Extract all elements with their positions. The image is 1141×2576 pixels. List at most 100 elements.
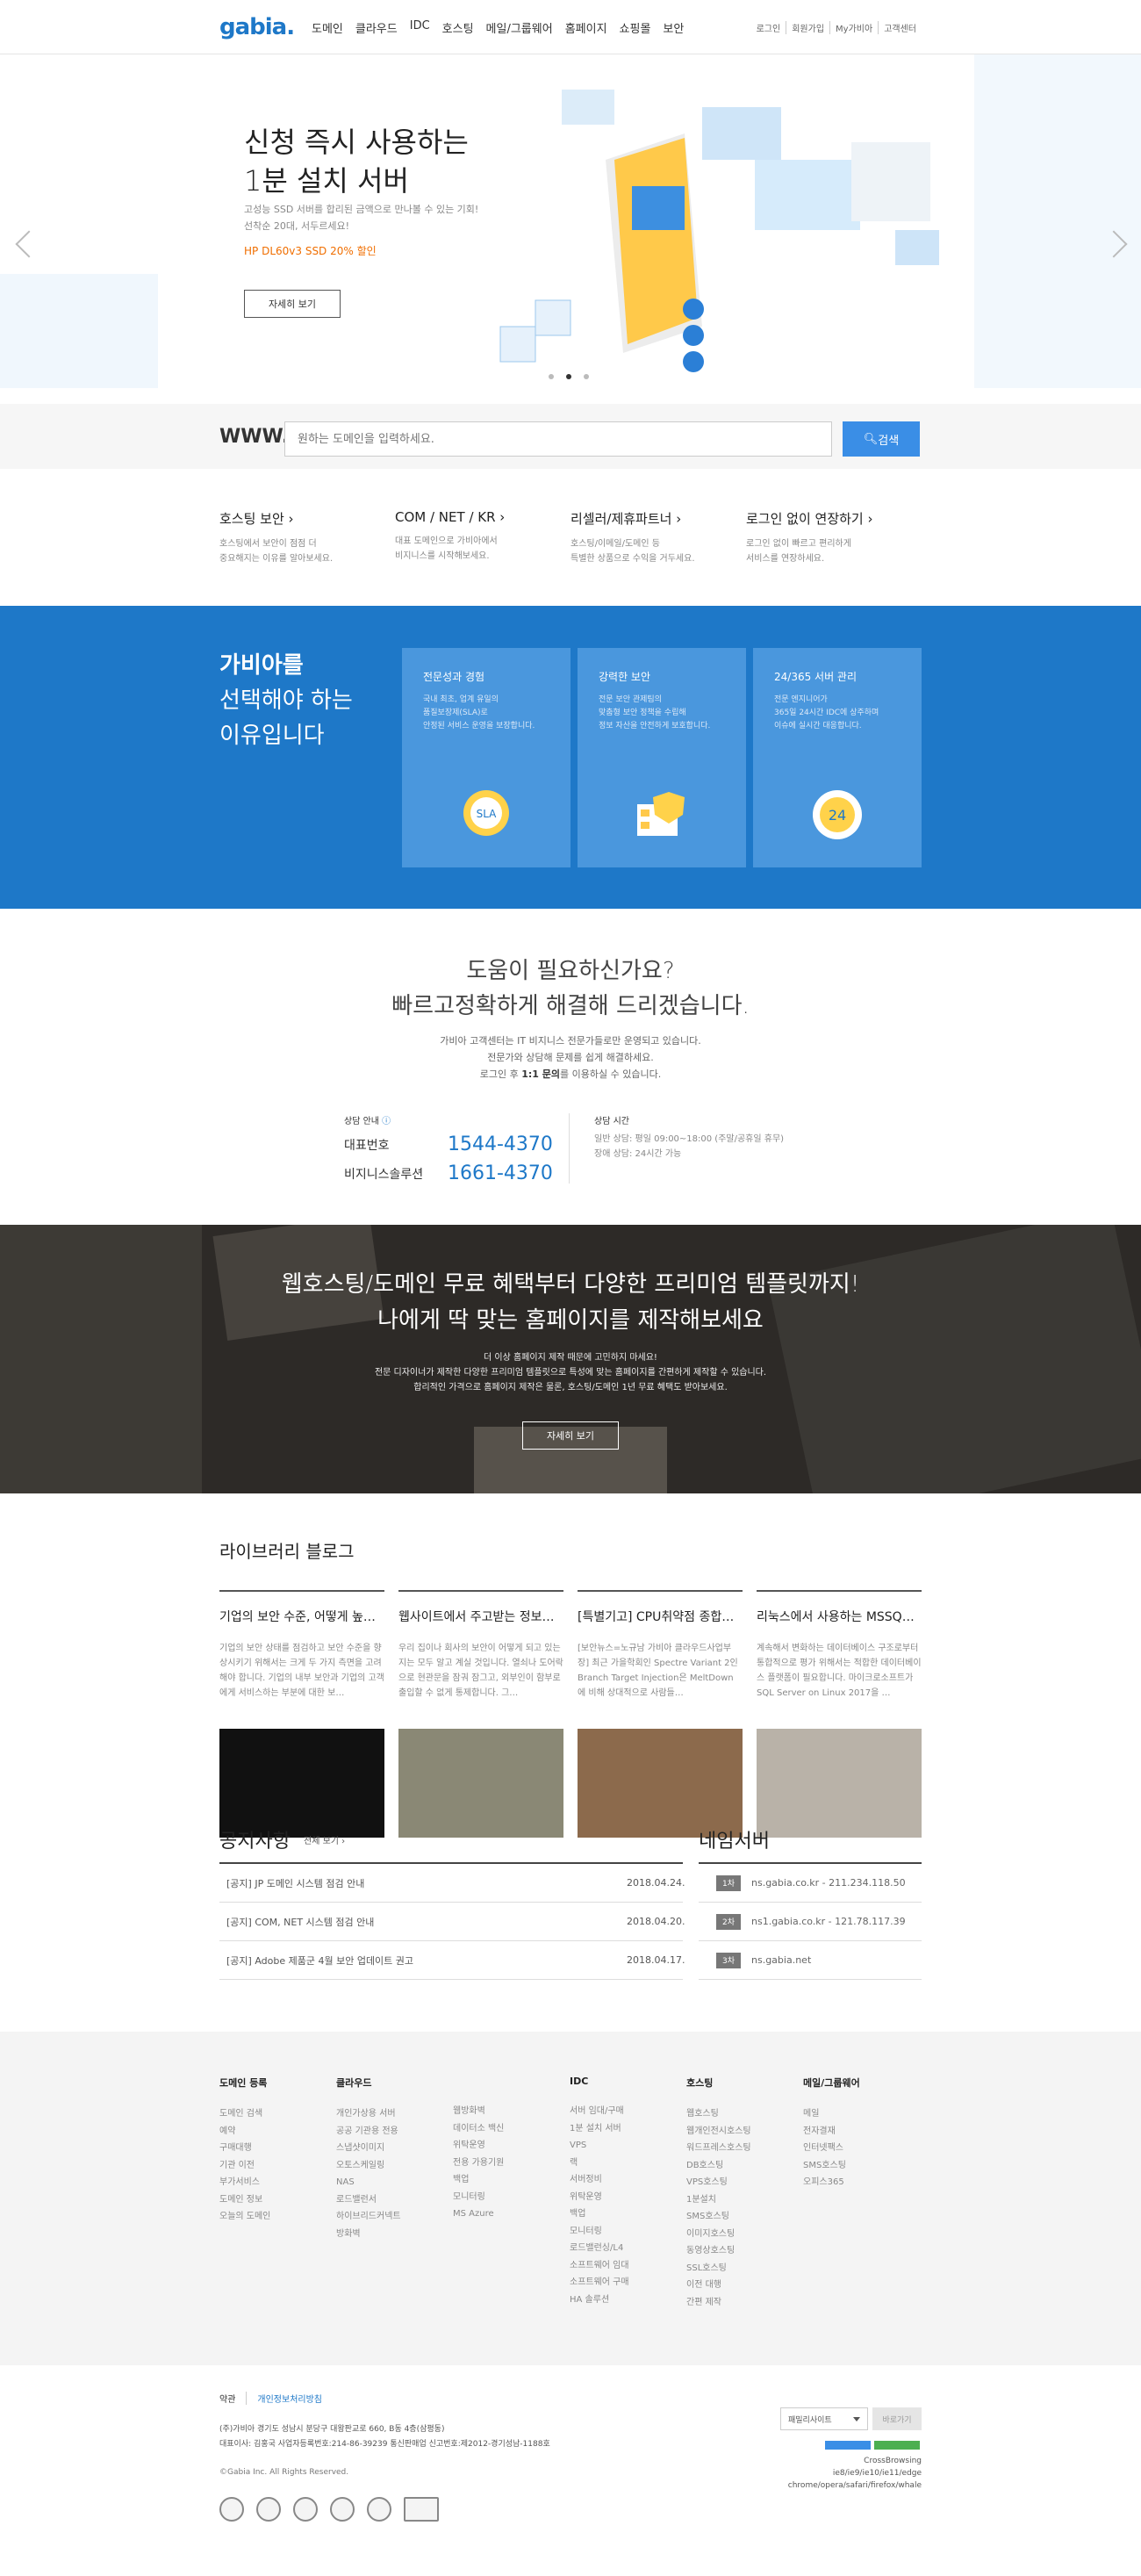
sitemap-link[interactable]: 로드밸런싱/L4 (570, 2240, 629, 2257)
qna-link[interactable]: 1:1 문의 (521, 1069, 560, 1080)
nav-homepage[interactable]: 홈페이지 (565, 19, 607, 36)
nameserver-row: 1차 ns.gabia.co.kr - 211.234.118.50 (699, 1864, 922, 1903)
sitemap-link[interactable]: 전자결재 (803, 2123, 860, 2141)
blog-post[interactable]: 웹사이트에서 주고받는 정보… 우리 집이나 회사의 보안이 어떻게 되고 있는… (398, 1590, 563, 1838)
slide-dot-active[interactable] (566, 374, 571, 379)
sitemap-link[interactable]: 웹방화벽 (453, 2103, 504, 2120)
terms-link[interactable]: 약관 (219, 2392, 246, 2405)
card-title: 전문성과 경험 (423, 671, 485, 683)
notice-more-link[interactable]: 전체 보기 › (304, 1833, 345, 1846)
contact-phone[interactable]: 1544-4370 (448, 1133, 553, 1155)
support-link[interactable]: 고객센터 (878, 21, 922, 34)
sitemap-link[interactable]: 모니터링 (570, 2223, 629, 2241)
sitemap-link[interactable]: 위탁운영 (453, 2137, 504, 2155)
contact-phone[interactable]: 1661-4370 (448, 1162, 553, 1184)
sitemap-link[interactable]: 간편 제작 (686, 2294, 751, 2312)
sitemap-link[interactable]: SMS호스팅 (803, 2157, 860, 2175)
nav-security[interactable]: 보안 (663, 19, 684, 36)
notice-row[interactable]: [공지] Adobe 제품군 4월 보안 업데이트 권고 2018.04.17. (219, 1941, 685, 1980)
sitemap-link[interactable]: 로드밸런서 (336, 2191, 401, 2209)
sitemap-link[interactable]: 랙 (570, 2155, 629, 2172)
sitemap-link[interactable]: SSL호스팅 (686, 2260, 751, 2277)
hero-description: 고성능 SSD 서버를 합리된 금액으로 만나볼 수 있는 기회! 선착순 20… (244, 201, 525, 234)
banner-detail-button[interactable]: 자세히 보기 (522, 1421, 619, 1450)
blog-post[interactable]: 리눅스에서 사용하는 MSSQ… 계속해서 변화하는 데이터베이스 구조로부터 … (757, 1590, 922, 1838)
nav-domain[interactable]: 도메인 (312, 19, 343, 36)
search-button[interactable]: 🔍︎ 검색 (843, 421, 920, 457)
sitemap-link[interactable]: 메일 (803, 2105, 860, 2123)
privacy-link[interactable]: 개인정보처리방침 (246, 2392, 333, 2405)
gabia-logo[interactable]: gabia. (219, 14, 295, 40)
sitemap-link[interactable]: MS Azure (453, 2205, 504, 2223)
slide-dot[interactable] (549, 374, 554, 379)
sitemap-link[interactable]: 기관 이전 (219, 2157, 270, 2175)
quick-link-hosting-security[interactable]: 호스팅 보안 › 호스팅에서 보안이 점점 더 중요해지는 이유를 알아보세요. (219, 509, 377, 566)
sitemap-link[interactable]: 구매대행 (219, 2140, 270, 2157)
nav-idc[interactable]: IDC (410, 19, 430, 36)
notice-row[interactable]: [공지] COM, NET 시스템 점검 안내 2018.04.20. (219, 1903, 685, 1941)
quick-link-domain[interactable]: COM / NET / KR › 대표 도메인으로 가비아에서 비지니스를 시작… (395, 509, 553, 564)
sitemap-link[interactable]: 방화벽 (336, 2226, 401, 2243)
sitemap-link[interactable]: 오피스365 (803, 2174, 860, 2191)
quick-link-desc: 호스팅/이메일/도메인 등 (570, 539, 660, 549)
sitemap-link[interactable]: 동영상호스팅 (686, 2242, 751, 2260)
sitemap-link[interactable]: 백업 (570, 2205, 629, 2223)
sitemap-link[interactable]: 오늘의 도메인 (219, 2208, 270, 2226)
login-link[interactable]: 로그인 (751, 21, 786, 34)
sitemap-link[interactable]: 이미지호스팅 (686, 2226, 751, 2243)
sitemap-link[interactable]: SMS호스팅 (686, 2208, 751, 2226)
sitemap-link[interactable]: 전용 가용기원 (453, 2155, 504, 2172)
nav-cloud[interactable]: 클라우드 (355, 19, 398, 36)
quick-link-reseller[interactable]: 리셀러/제휴파트너 › 호스팅/이메일/도메인 등 특별한 상품으로 수익을 거… (570, 509, 728, 566)
sitemap-link[interactable]: 위탁운영 (570, 2189, 629, 2206)
sitemap-link[interactable]: 서버정비 (570, 2171, 629, 2189)
family-site-select[interactable]: 패밀리사이트 (780, 2407, 868, 2430)
info-icon[interactable]: ⓘ (382, 1117, 391, 1126)
sitemap-link[interactable]: 이전 대행 (686, 2277, 751, 2294)
slide-dot[interactable] (584, 374, 589, 379)
sitemap-col-cloud-2: 웹방화벽 데이터소 백신 위탁운영 전용 가용기원 백업 모니터링 MS Azure (453, 2076, 504, 2223)
sitemap-link[interactable]: HA 솔루션 (570, 2292, 629, 2309)
sitemap-link[interactable]: 오토스케일링 (336, 2157, 401, 2175)
sitemap-link[interactable]: 웹호스팅 (686, 2105, 751, 2123)
sitemap-link[interactable]: 개인가상용 서버 (336, 2105, 401, 2123)
quick-link-renew[interactable]: 로그인 없이 연장하기 › 로그인 없이 빠르고 편리하게 서비스를 연장하세요… (746, 509, 904, 566)
signup-link[interactable]: 회원가입 (786, 21, 829, 34)
sitemap-link[interactable]: DB호스팅 (686, 2157, 751, 2175)
sitemap-link[interactable]: VPS (570, 2137, 629, 2155)
sitemap-link[interactable]: 하이브리드커넥트 (336, 2208, 401, 2226)
sitemap-link[interactable]: 도메인 검색 (219, 2105, 270, 2123)
hero-detail-button[interactable]: 자세히 보기 (244, 290, 341, 318)
sitemap-link[interactable]: 스냅샷이미지 (336, 2140, 401, 2157)
sitemap-link[interactable]: 예약 (219, 2123, 270, 2141)
prev-slide-icon[interactable] (15, 230, 43, 258)
blog-post[interactable]: 기업의 보안 수준, 어떻게 높… 기업의 보안 상태를 점검하고 보안 수준을… (219, 1590, 384, 1838)
sitemap-link[interactable]: NAS (336, 2174, 401, 2191)
sitemap-link[interactable]: 워드프레스호스팅 (686, 2140, 751, 2157)
sitemap-link[interactable]: VPS호스팅 (686, 2174, 751, 2191)
why-gabia: 가비아를 선택해야 하는 이유입니다 전문성과 경험 국내 최초, 업계 유일의… (0, 606, 1141, 909)
sitemap-link[interactable]: 웹개인전시호스팅 (686, 2123, 751, 2141)
sitemap-link[interactable]: 인터넷팩스 (803, 2140, 860, 2157)
sitemap-link[interactable]: 도메인 정보 (219, 2191, 270, 2209)
domain-search-input[interactable] (284, 421, 832, 457)
nav-shop[interactable]: 쇼핑몰 (620, 19, 651, 36)
sitemap-heading: 클라우드 (336, 2077, 372, 2089)
sitemap-link[interactable]: 모니터링 (453, 2189, 504, 2206)
sitemap-link[interactable]: 소프트웨어 임대 (570, 2257, 629, 2275)
nav-mail[interactable]: 메일/그룹웨어 (486, 19, 553, 36)
sitemap-link[interactable]: 서버 임대/구매 (570, 2103, 629, 2120)
sitemap-link[interactable]: 소프트웨어 구매 (570, 2274, 629, 2292)
sitemap-link[interactable]: 공공 기관용 전용 (336, 2123, 401, 2141)
sitemap-link[interactable]: 백업 (453, 2171, 504, 2189)
sitemap-link[interactable]: 1분 설치 서버 (570, 2120, 629, 2138)
mypage-link[interactable]: My가비아 (829, 21, 878, 34)
sitemap-link[interactable]: 데이터소 백신 (453, 2120, 504, 2138)
notice-row[interactable]: [공지] JP 도메인 시스템 점검 안내 2018.04.24. (219, 1864, 685, 1903)
sitemap-link[interactable]: 부가서비스 (219, 2174, 270, 2191)
family-site-go-button[interactable]: 바로가기 (872, 2407, 922, 2430)
nameserver-value: ns.gabia.co.kr - 211.234.118.50 (751, 1877, 906, 1889)
sitemap-link[interactable]: 1분설치 (686, 2191, 751, 2209)
nav-hosting[interactable]: 호스팅 (442, 19, 474, 36)
blog-post[interactable]: [특별기고] CPU취약점 종합… [보안뉴스=노규남 가비아 클라우드사업부장… (578, 1590, 743, 1838)
